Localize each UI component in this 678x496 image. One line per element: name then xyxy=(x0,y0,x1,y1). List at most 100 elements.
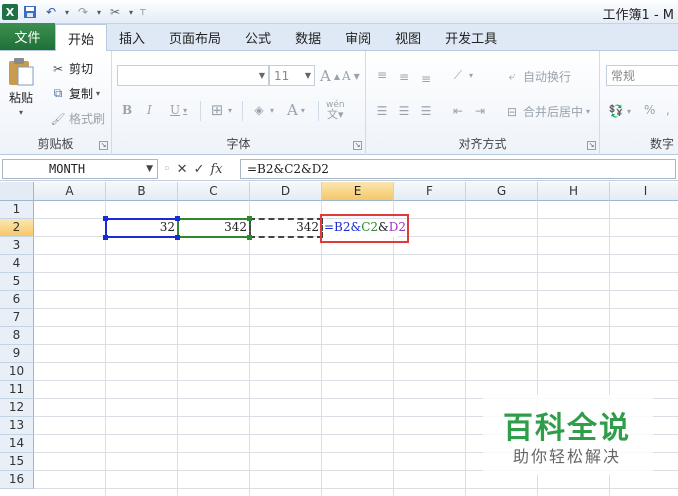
align-middle-button[interactable]: ≡ xyxy=(396,69,412,85)
font-separator-3 xyxy=(318,101,319,121)
align-right-button[interactable]: ☰ xyxy=(418,103,434,119)
row-header-13[interactable]: 13 xyxy=(0,417,34,435)
bold-button[interactable]: B xyxy=(122,103,132,117)
row-header-15[interactable]: 15 xyxy=(0,453,34,471)
font-color-button[interactable]: A ▾ xyxy=(287,101,305,119)
tools-dropdown-icon[interactable]: ▾ xyxy=(127,3,135,21)
row-header-7[interactable]: 7 xyxy=(0,309,34,327)
percent-button[interactable]: % xyxy=(644,103,655,117)
redo-dropdown-icon[interactable]: ▾ xyxy=(95,3,103,21)
merge-center-button[interactable]: ⊟ 合并后居中 ▾ xyxy=(504,103,590,120)
row-header-11[interactable]: 11 xyxy=(0,381,34,399)
row-header-8[interactable]: 8 xyxy=(0,327,34,345)
tab-formulas[interactable]: 公式 xyxy=(233,25,283,50)
gridline xyxy=(393,201,394,496)
resize-handle[interactable] xyxy=(175,216,180,221)
watermark: 百科全说 助你轻松解决 xyxy=(483,395,653,475)
borders-button[interactable]: ⊞ ▾ xyxy=(209,101,232,119)
orientation-button[interactable]: ⟋ ▾ xyxy=(450,67,473,83)
paste-button[interactable]: 粘贴 ▾ xyxy=(6,57,36,117)
tab-view[interactable]: 视图 xyxy=(383,25,433,50)
resize-handle[interactable] xyxy=(103,216,108,221)
column-header-i[interactable]: I xyxy=(610,182,678,201)
column-header-d[interactable]: D xyxy=(250,182,322,201)
tab-data[interactable]: 数据 xyxy=(283,25,333,50)
column-header-h[interactable]: H xyxy=(538,182,610,201)
row-header-1[interactable]: 1 xyxy=(0,201,34,219)
row-header-12[interactable]: 12 xyxy=(0,399,34,417)
align-left-button[interactable]: ☰ xyxy=(374,103,390,119)
column-header-a[interactable]: A xyxy=(34,182,106,201)
font-launcher-icon[interactable]: ↘ xyxy=(353,141,362,150)
align-left-icon: ☰ xyxy=(376,104,388,118)
name-box[interactable]: MONTH ▼ xyxy=(2,159,158,179)
number-format-select[interactable]: 常规 xyxy=(606,65,678,86)
customize-qat-icon[interactable]: ⊤ xyxy=(138,3,148,21)
tab-home[interactable]: 开始 xyxy=(55,24,108,51)
font-size-select[interactable]: 11 ▼ xyxy=(269,65,315,86)
tab-developer[interactable]: 开发工具 xyxy=(433,25,509,50)
increase-indent-button[interactable]: ⇥ xyxy=(472,103,488,119)
excel-logo-icon[interactable]: X xyxy=(2,4,18,20)
cut-button[interactable]: ✂ 剪切 xyxy=(50,60,93,77)
resize-handle[interactable] xyxy=(103,235,108,240)
formula-input[interactable]: =B2&C2&D2 xyxy=(240,159,676,179)
alignment-group-label: 对齐方式 xyxy=(458,137,507,151)
row-header-14[interactable]: 14 xyxy=(0,435,34,453)
paste-icon xyxy=(9,58,34,86)
column-header-b[interactable]: B xyxy=(106,182,178,201)
tools-icon[interactable]: ✂ xyxy=(106,3,124,21)
column-header-c[interactable]: C xyxy=(178,182,250,201)
align-center-button[interactable]: ☰ xyxy=(396,103,412,119)
alignment-launcher-icon[interactable]: ↘ xyxy=(587,141,596,150)
undo-icon[interactable]: ↶ xyxy=(42,3,60,21)
format-painter-button[interactable]: 🖌 格式刷 xyxy=(50,110,105,127)
watermark-title: 百科全说 xyxy=(503,411,631,446)
select-all-corner[interactable] xyxy=(0,182,34,201)
row-header-2[interactable]: 2 xyxy=(0,219,34,237)
row-header-5[interactable]: 5 xyxy=(0,273,34,291)
tab-page-layout[interactable]: 页面布局 xyxy=(157,25,233,50)
row-header-3[interactable]: 3 xyxy=(0,237,34,255)
row-header-16[interactable]: 16 xyxy=(0,471,34,489)
align-bottom-button[interactable]: ≡ xyxy=(418,71,434,87)
tab-file[interactable]: 文件 xyxy=(0,23,55,50)
column-header-f[interactable]: F xyxy=(394,182,466,201)
fill-color-button[interactable]: ◈ ▾ xyxy=(251,102,274,118)
redo-icon[interactable]: ↷ xyxy=(74,3,92,21)
decrease-indent-button[interactable]: ⇤ xyxy=(450,103,466,119)
worksheet-grid[interactable]: A B C D E F G H I 1 2 3 4 5 6 7 8 9 10 1… xyxy=(0,182,678,496)
undo-dropdown-icon[interactable]: ▾ xyxy=(63,3,71,21)
wrap-text-button[interactable]: ⤶ 自动换行 xyxy=(504,68,571,85)
clipboard-launcher-icon[interactable]: ↘ xyxy=(99,141,108,150)
insert-function-icon[interactable]: fx xyxy=(210,162,222,177)
align-top-button[interactable]: ≡ xyxy=(374,67,390,83)
row-header-4[interactable]: 4 xyxy=(0,255,34,273)
phonetic-button[interactable]: wén 文▾ xyxy=(326,101,345,121)
grow-font-button[interactable]: A ▲ xyxy=(320,67,340,85)
enter-icon[interactable]: ✓ xyxy=(194,162,205,177)
tab-insert[interactable]: 插入 xyxy=(107,25,157,50)
resize-handle[interactable] xyxy=(247,216,252,221)
comma-button[interactable]: , xyxy=(666,103,670,117)
row-header-6[interactable]: 6 xyxy=(0,291,34,309)
tab-review[interactable]: 审阅 xyxy=(333,25,383,50)
resize-handle[interactable] xyxy=(247,235,252,240)
row-header-10[interactable]: 10 xyxy=(0,363,34,381)
column-header-g[interactable]: G xyxy=(466,182,538,201)
underline-button[interactable]: U ▾ xyxy=(170,103,187,117)
ribbon-tabs: 文件 开始 插入 页面布局 公式 数据 审阅 视图 开发工具 xyxy=(0,23,678,51)
resize-handle[interactable] xyxy=(175,235,180,240)
cancel-icon[interactable]: ✕ xyxy=(177,162,188,177)
font-family-select[interactable]: ▼ xyxy=(117,65,269,86)
name-box-dropdown-icon[interactable]: ▼ xyxy=(146,160,153,178)
align-bottom-icon: ≡ xyxy=(420,72,432,86)
save-icon[interactable] xyxy=(21,3,39,21)
italic-button[interactable]: I xyxy=(147,103,152,117)
copy-button[interactable]: ⧉ 复制 ▾ xyxy=(50,85,100,102)
column-header-e[interactable]: E xyxy=(322,182,394,201)
shrink-font-button[interactable]: A ▼ xyxy=(342,69,360,83)
currency-icon: 💱 xyxy=(608,104,624,118)
row-header-9[interactable]: 9 xyxy=(0,345,34,363)
currency-button[interactable]: 💱 ▾ xyxy=(608,103,632,119)
